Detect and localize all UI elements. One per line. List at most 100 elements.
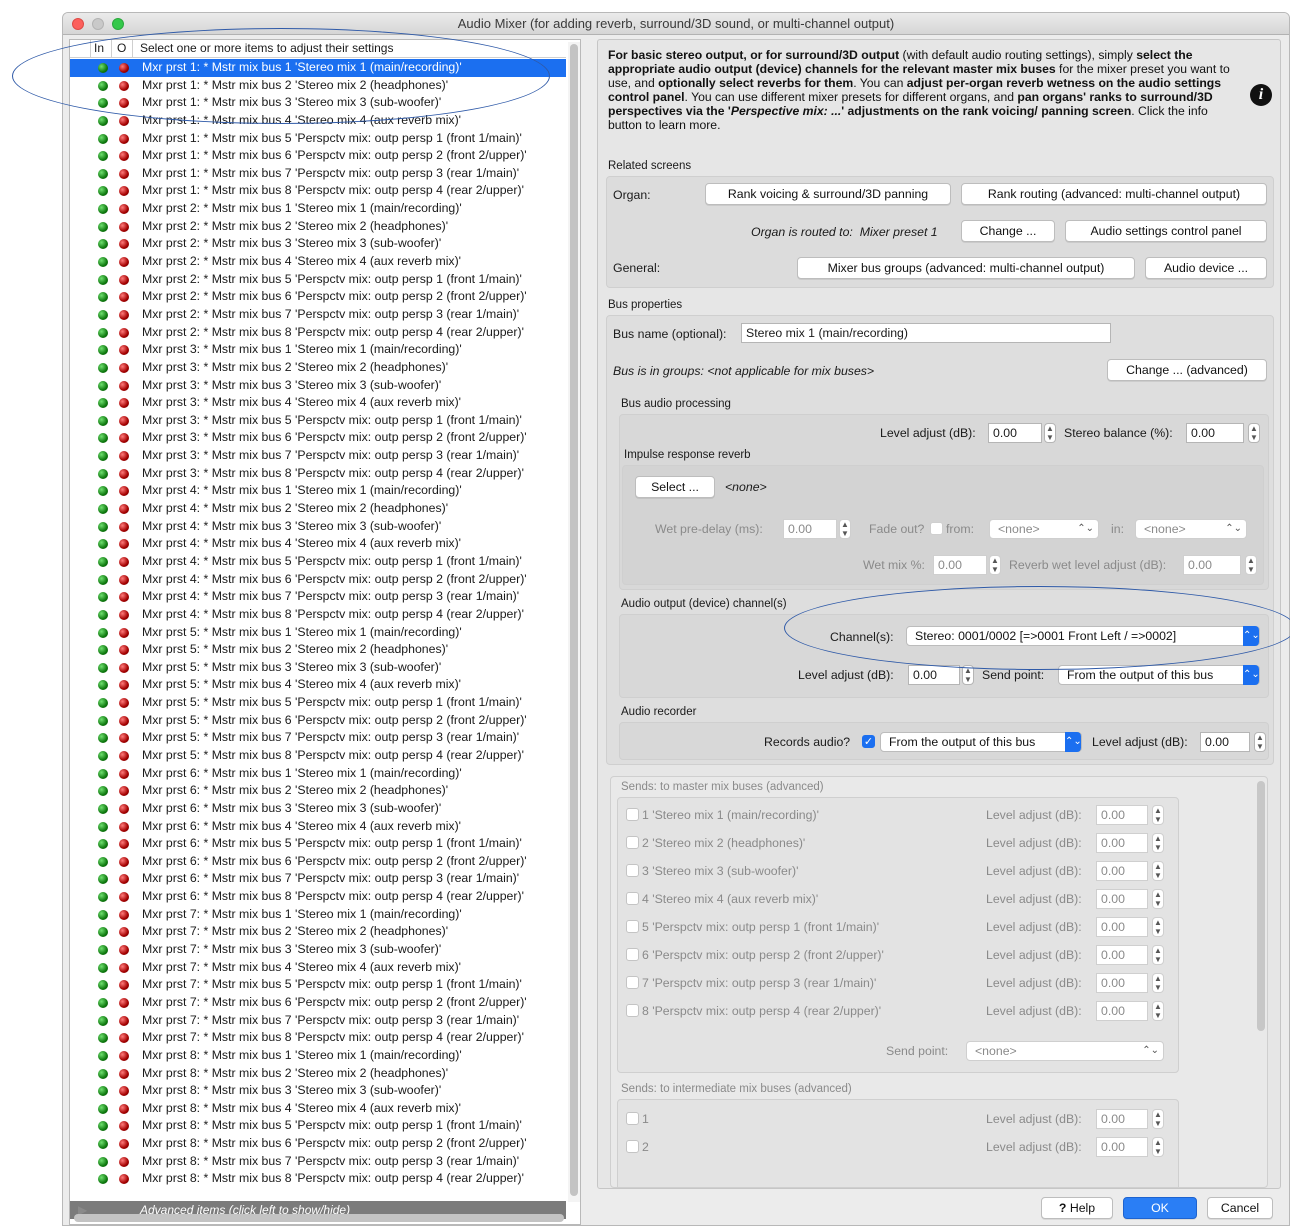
- column-header-description[interactable]: Select one or more items to adjust their…: [140, 40, 393, 57]
- input-status-icon[interactable]: [98, 257, 108, 268]
- rank-voicing-button[interactable]: Rank voicing & surround/3D panning: [705, 183, 951, 205]
- send-checkbox[interactable]: [626, 1112, 639, 1125]
- list-item[interactable]: Mxr prst 6: * Mstr mix bus 7 'Perspctv m…: [70, 870, 566, 888]
- list-item[interactable]: Mxr prst 4: * Mstr mix bus 6 'Perspctv m…: [70, 571, 566, 589]
- output-status-icon[interactable]: [119, 1068, 129, 1079]
- input-status-icon[interactable]: [98, 1121, 108, 1132]
- ok-button[interactable]: OK: [1123, 1197, 1197, 1219]
- input-status-icon[interactable]: [98, 645, 108, 656]
- send-point-select[interactable]: From the output of this bus ⌃⌄: [1058, 665, 1260, 685]
- send-level-stepper[interactable]: ▲ ▼: [1152, 833, 1164, 853]
- cancel-button[interactable]: Cancel: [1207, 1197, 1273, 1219]
- stereo-balance-stepper[interactable]: ▲ ▼: [1248, 423, 1260, 443]
- list-item[interactable]: Mxr prst 8: * Mstr mix bus 6 'Perspctv m…: [70, 1135, 566, 1153]
- input-status-icon[interactable]: [98, 556, 108, 567]
- list-item[interactable]: Mxr prst 4: * Mstr mix bus 7 'Perspctv m…: [70, 588, 566, 606]
- close-window-button[interactable]: [72, 18, 84, 30]
- send-checkbox[interactable]: [626, 948, 639, 961]
- input-status-icon[interactable]: [98, 415, 108, 426]
- list-horizontal-scrollbar[interactable]: [74, 1214, 564, 1222]
- select-impulse-button[interactable]: Select ...: [635, 476, 715, 498]
- mix-bus-list[interactable]: In O Select one or more items to adjust …: [69, 39, 581, 1225]
- list-item[interactable]: Mxr prst 4: * Mstr mix bus 5 'Perspctv m…: [70, 553, 566, 571]
- records-source-select[interactable]: From the output of this bus ⌃⌄: [880, 732, 1082, 752]
- input-status-icon[interactable]: [98, 309, 108, 320]
- list-item[interactable]: Mxr prst 2: * Mstr mix bus 8 'Perspctv m…: [70, 324, 566, 342]
- send-level-input[interactable]: 0.00: [1096, 973, 1148, 993]
- list-item[interactable]: Mxr prst 1: * Mstr mix bus 5 'Perspctv m…: [70, 130, 566, 148]
- stereo-balance-input[interactable]: 0.00: [1186, 423, 1244, 443]
- list-item[interactable]: Mxr prst 7: * Mstr mix bus 2 'Stereo mix…: [70, 923, 566, 941]
- input-status-icon[interactable]: [98, 627, 108, 638]
- list-item[interactable]: Mxr prst 2: * Mstr mix bus 3 'Stereo mix…: [70, 235, 566, 253]
- input-status-icon[interactable]: [98, 168, 108, 179]
- output-status-icon[interactable]: [119, 63, 129, 73]
- level-adjust-stepper[interactable]: ▲ ▼: [1044, 423, 1056, 443]
- input-status-icon[interactable]: [98, 733, 108, 744]
- output-status-icon[interactable]: [119, 733, 129, 744]
- audio-settings-button[interactable]: Audio settings control panel: [1065, 220, 1267, 242]
- wet-mix-stepper[interactable]: ▲ ▼: [989, 555, 1001, 575]
- input-status-icon[interactable]: [98, 980, 108, 991]
- sends-scrollbar[interactable]: [1257, 781, 1265, 1031]
- output-status-icon[interactable]: [119, 874, 129, 885]
- input-status-icon[interactable]: [98, 927, 108, 938]
- send-checkbox[interactable]: [626, 808, 639, 821]
- list-item[interactable]: Mxr prst 1: * Mstr mix bus 3 'Stereo mix…: [70, 94, 566, 112]
- list-item[interactable]: Mxr prst 3: * Mstr mix bus 2 'Stereo mix…: [70, 359, 566, 377]
- list-item[interactable]: Mxr prst 1: * Mstr mix bus 8 'Perspctv m…: [70, 182, 566, 200]
- input-status-icon[interactable]: [98, 1139, 108, 1150]
- send-level-stepper[interactable]: ▲ ▼: [1152, 861, 1164, 881]
- input-status-icon[interactable]: [98, 398, 108, 409]
- input-status-icon[interactable]: [98, 1015, 108, 1026]
- input-status-icon[interactable]: [98, 539, 108, 550]
- output-status-icon[interactable]: [119, 398, 129, 409]
- list-item[interactable]: Mxr prst 7: * Mstr mix bus 8 'Perspctv m…: [70, 1029, 566, 1047]
- channels-select[interactable]: Stereo: 0001/0002 [=>0001 Front Left / =…: [906, 626, 1260, 646]
- output-status-icon[interactable]: [119, 750, 129, 761]
- input-status-icon[interactable]: [98, 997, 108, 1008]
- input-status-icon[interactable]: [98, 909, 108, 920]
- input-status-icon[interactable]: [98, 715, 108, 726]
- list-item[interactable]: Mxr prst 7: * Mstr mix bus 1 'Stereo mix…: [70, 906, 566, 924]
- list-item[interactable]: Mxr prst 7: * Mstr mix bus 6 'Perspctv m…: [70, 994, 566, 1012]
- predelay-stepper[interactable]: ▲ ▼: [839, 519, 851, 539]
- output-status-icon[interactable]: [119, 504, 129, 515]
- output-status-icon[interactable]: [119, 839, 129, 850]
- bus-name-input[interactable]: Stereo mix 1 (main/recording): [741, 323, 1111, 343]
- input-status-icon[interactable]: [98, 80, 108, 91]
- output-status-icon[interactable]: [119, 698, 129, 709]
- input-status-icon[interactable]: [98, 221, 108, 232]
- column-header-in[interactable]: In: [94, 40, 104, 57]
- send-checkbox[interactable]: [626, 836, 639, 849]
- list-item[interactable]: Mxr prst 4: * Mstr mix bus 4 'Stereo mix…: [70, 535, 566, 553]
- output-status-icon[interactable]: [119, 1121, 129, 1132]
- output-status-icon[interactable]: [119, 927, 129, 938]
- output-status-icon[interactable]: [119, 786, 129, 797]
- input-status-icon[interactable]: [98, 609, 108, 620]
- input-status-icon[interactable]: [98, 274, 108, 285]
- list-item[interactable]: Mxr prst 4: * Mstr mix bus 3 'Stereo mix…: [70, 518, 566, 536]
- list-item[interactable]: Mxr prst 6: * Mstr mix bus 1 'Stereo mix…: [70, 765, 566, 783]
- list-item[interactable]: Mxr prst 1: * Mstr mix bus 2 'Stereo mix…: [70, 77, 566, 95]
- help-button[interactable]: ? Help: [1041, 1197, 1113, 1219]
- list-item[interactable]: Mxr prst 6: * Mstr mix bus 2 'Stereo mix…: [70, 782, 566, 800]
- send-level-stepper[interactable]: ▲ ▼: [1152, 1137, 1164, 1157]
- input-status-icon[interactable]: [98, 662, 108, 673]
- list-item[interactable]: Mxr prst 3: * Mstr mix bus 5 'Perspctv m…: [70, 412, 566, 430]
- input-status-icon[interactable]: [98, 1033, 108, 1044]
- output-status-icon[interactable]: [119, 327, 129, 338]
- list-item[interactable]: Mxr prst 5: * Mstr mix bus 5 'Perspctv m…: [70, 694, 566, 712]
- list-item[interactable]: Mxr prst 2: * Mstr mix bus 1 'Stereo mix…: [70, 200, 566, 218]
- send-level-input[interactable]: 0.00: [1096, 1137, 1148, 1157]
- output-status-icon[interactable]: [119, 627, 129, 638]
- column-header-out[interactable]: O: [117, 40, 126, 57]
- list-item[interactable]: Mxr prst 2: * Mstr mix bus 7 'Perspctv m…: [70, 306, 566, 324]
- input-status-icon[interactable]: [98, 821, 108, 832]
- input-status-icon[interactable]: [98, 451, 108, 462]
- input-status-icon[interactable]: [98, 698, 108, 709]
- list-item[interactable]: Mxr prst 2: * Mstr mix bus 6 'Perspctv m…: [70, 288, 566, 306]
- list-item[interactable]: Mxr prst 6: * Mstr mix bus 5 'Perspctv m…: [70, 835, 566, 853]
- output-status-icon[interactable]: [119, 292, 129, 303]
- output-status-icon[interactable]: [119, 645, 129, 656]
